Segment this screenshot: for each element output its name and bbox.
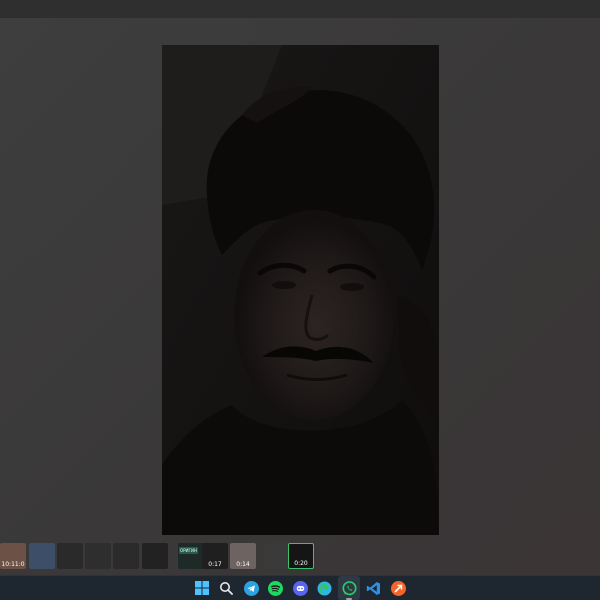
media-thumbnail[interactable]: ОРИГИН (178, 543, 204, 569)
media-thumbnail[interactable]: 0:20 (288, 543, 314, 569)
whatsapp-icon[interactable] (341, 580, 357, 596)
media-thumbnail[interactable]: 0:14 (230, 543, 256, 569)
edge-icon[interactable] (316, 580, 332, 596)
media-thumbnail[interactable] (57, 543, 83, 569)
media-thumbnail[interactable]: 0:17 (202, 543, 228, 569)
vscode-icon[interactable] (365, 580, 381, 596)
thumbnail-duration: 10:11:0 (1, 561, 25, 568)
spotify-icon[interactable] (267, 580, 283, 596)
app-orange-icon[interactable] (390, 580, 406, 596)
media-viewer: 10:11:0 ОРИГИН 0:17 0:14 0:20 (0, 0, 600, 575)
telegram-icon[interactable] (243, 580, 259, 596)
thumbnail-duration: 0:20 (294, 560, 308, 567)
search-icon[interactable] (218, 580, 234, 596)
viewer-top-bar (0, 0, 600, 18)
windows-start-icon[interactable] (194, 580, 210, 596)
thumbnail-duration: 0:14 (236, 561, 250, 568)
video-frame-image (162, 45, 439, 535)
thumbnail-duration: 0:17 (208, 561, 222, 568)
media-thumbnail[interactable] (264, 543, 290, 569)
media-thumbnail[interactable] (85, 543, 111, 569)
video-player[interactable] (162, 45, 439, 535)
media-thumbnail-strip: 10:11:0 ОРИГИН 0:17 0:14 0:20 (0, 541, 320, 571)
discord-icon[interactable] (292, 580, 308, 596)
media-thumbnail[interactable]: 10:11:0 (0, 543, 26, 569)
thumbnail-tag: ОРИГИН (179, 547, 198, 554)
taskbar (0, 575, 600, 600)
media-thumbnail[interactable] (113, 543, 139, 569)
media-thumbnail[interactable] (29, 543, 55, 569)
media-thumbnail[interactable] (142, 543, 168, 569)
